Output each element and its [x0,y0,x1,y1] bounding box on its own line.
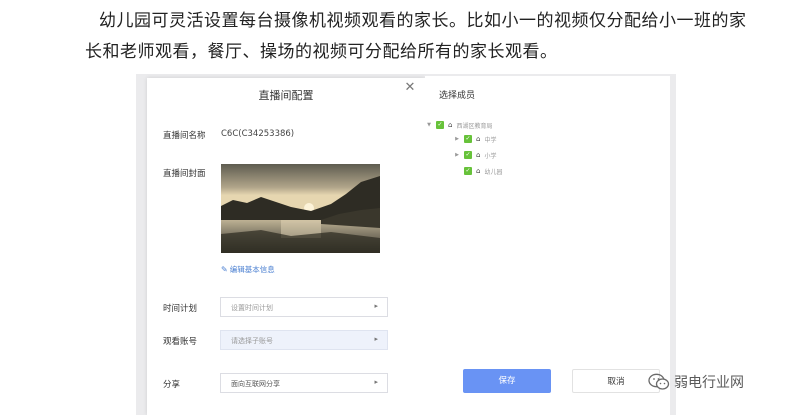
checkbox-checked-icon[interactable]: ✓ [464,167,472,175]
org-building-icon: ⌂ [448,121,453,129]
tree-node-label: 中学 [484,136,497,144]
tree-node-label: 幼儿园 [484,168,503,176]
wechat-logo-icon [648,373,670,391]
viewer-account-placeholder: 请选择子账号 [231,337,273,345]
share-select[interactable]: 面向互联网分享 ▸ [220,373,388,393]
tree-node-kindergarten[interactable]: ✓ ⌂ 幼儿园 [461,166,502,176]
tree-node-root[interactable]: ▼ ✓ ⌂ 西湖区教育局 [425,120,492,130]
schedule-select[interactable]: 设置时间计划 ▸ [220,297,388,317]
edit-basic-info-label: 编辑基本信息 [229,265,275,274]
org-building-icon: ⌂ [476,135,481,143]
tree-expand-arrow-icon[interactable]: ▶ [453,136,461,142]
sunset-lake-image [221,164,380,253]
tree-node-primary-school[interactable]: ▶ ✓ ⌂ 小学 [453,150,496,160]
member-select-panel: 选择成员 ▼ ✓ ⌂ 西湖区教育局 ▶ ✓ ⌂ 中学 ▶ ✓ ⌂ 小学 ✓ ⌂ … [425,76,670,415]
tree-expand-arrow-icon[interactable]: ▼ [425,122,433,128]
caption-line-2: 长和老师观看，餐厅、操场的视频可分配给所有的家长观看。 [85,42,558,62]
tree-node-label: 西湖区教育局 [456,122,493,130]
watermark: 弱电行业网 [648,372,744,392]
share-label: 分享 [163,380,181,390]
tree-node-middle-school[interactable]: ▶ ✓ ⌂ 中学 [453,134,496,144]
pencil-icon: ✎ [221,265,228,274]
live-room-config-modal: 直播间配置 ✕ 直播间名称 C6C(C34253386) 直播间封面 ✎ 编辑基… [147,78,425,415]
checkbox-checked-icon[interactable]: ✓ [436,121,444,129]
chevron-right-icon: ▸ [374,335,378,343]
tree-node-label: 小学 [484,152,497,160]
room-cover-label: 直播间封面 [163,169,206,179]
share-value: 面向互联网分享 [231,380,280,388]
room-name-value: C6C(C34253386) [221,129,295,139]
save-button[interactable]: 保存 [463,369,551,393]
member-panel-title: 选择成员 [439,91,476,101]
close-icon[interactable]: ✕ [403,81,417,95]
checkbox-checked-icon[interactable]: ✓ [464,135,472,143]
modal-title: 直播间配置 [258,89,314,102]
viewer-account-label: 观看账号 [163,337,198,347]
caption-text: 幼儿园可灵活设置每台摄像机视频观看的家长。比如小一的视频仅分配给小一班的家 长和… [85,6,765,68]
org-building-icon: ⌂ [476,151,481,159]
room-name-label: 直播间名称 [163,131,206,141]
tree-expand-arrow-icon[interactable]: ▶ [453,152,461,158]
checkbox-checked-icon[interactable]: ✓ [464,151,472,159]
org-building-icon: ⌂ [476,167,481,175]
chevron-right-icon: ▸ [374,302,378,310]
caption-line-1: 幼儿园可灵活设置每台摄像机视频观看的家长。比如小一的视频仅分配给小一班的家 [99,11,747,31]
viewer-account-select[interactable]: 请选择子账号 ▸ [220,330,388,350]
room-cover-image [221,164,380,253]
edit-basic-info-link[interactable]: ✎ 编辑基本信息 [221,264,275,275]
schedule-label: 时间计划 [163,304,198,314]
cancel-button[interactable]: 取消 [572,369,660,393]
watermark-text: 弱电行业网 [674,375,744,391]
schedule-placeholder: 设置时间计划 [231,304,273,312]
chevron-right-icon: ▸ [374,378,378,386]
